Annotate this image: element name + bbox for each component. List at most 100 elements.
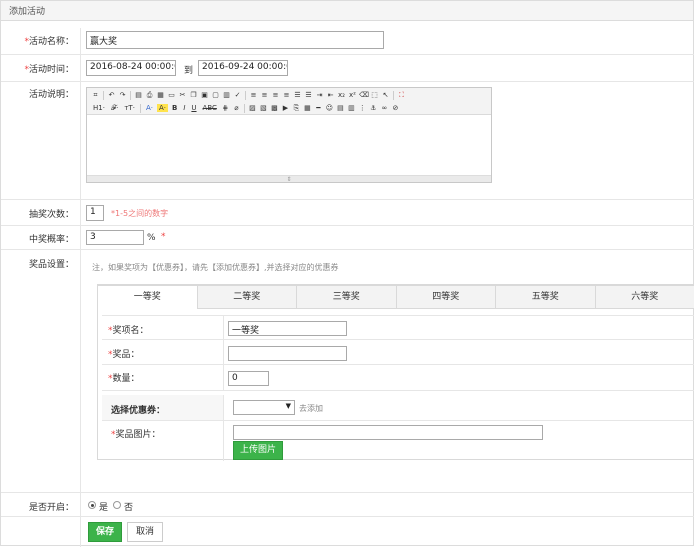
prize-tabs: 一等奖 二等奖 三等奖 四等奖 五等奖 六等奖 <box>98 285 694 309</box>
activity-name-input[interactable]: 赢大奖 <box>86 31 384 49</box>
quantity-input[interactable]: 0 <box>228 371 269 386</box>
eraser-icon[interactable]: ⌀ <box>232 104 241 113</box>
editor-content-area[interactable] <box>87 115 491 175</box>
open-row: 是否开启： 是 否 <box>1 493 694 517</box>
upload-image-button[interactable]: 上传图片 <box>233 441 283 460</box>
heading-dropdown[interactable]: H1· <box>91 104 107 112</box>
name-row: *活动名称： 赢大奖 <box>1 28 694 55</box>
emoticon-icon[interactable]: ☺ <box>325 104 334 113</box>
cut-icon[interactable]: ✂ <box>178 91 187 100</box>
prize-label: 奖品： <box>113 350 140 360</box>
code-icon[interactable]: ▭ <box>167 91 176 100</box>
attachment-icon[interactable]: ⎘ <box>292 104 301 113</box>
subscript-icon[interactable]: x₂ <box>337 91 346 100</box>
paste-text-icon[interactable]: ▢ <box>211 91 220 100</box>
highlight-color-dropdown[interactable]: A· <box>157 104 168 112</box>
clear-format-icon[interactable]: ⌫ <box>359 91 368 100</box>
undo-icon[interactable]: ↶ <box>107 91 116 100</box>
to-label: 到 <box>184 63 193 76</box>
ordered-list-icon[interactable]: ☰ <box>293 91 302 100</box>
anchor-icon[interactable]: ⚓ <box>369 104 378 113</box>
redo-icon[interactable]: ↷ <box>118 91 127 100</box>
prize-row: *奖品： <box>102 340 694 365</box>
item-name-input[interactable]: 一等奖 <box>228 321 347 336</box>
preview-icon[interactable]: ▤ <box>134 91 143 100</box>
item-name-label: 奖项名： <box>113 326 149 336</box>
line-height-icon[interactable]: ⋕ <box>221 104 230 113</box>
print-icon[interactable]: ⎙ <box>145 91 154 100</box>
horizontal-rule-icon[interactable]: ━ <box>314 104 323 113</box>
image-path-input[interactable] <box>233 425 543 440</box>
font-size-dropdown[interactable]: тT· <box>122 104 137 112</box>
save-button[interactable]: 保存 <box>88 522 122 542</box>
paste-word-icon[interactable]: ▥ <box>222 91 231 100</box>
media-icon[interactable]: ▶ <box>281 104 290 113</box>
tab-second-prize[interactable]: 二等奖 <box>198 285 298 309</box>
add-activity-page: 添加活动 *活动名称： 赢大奖 *活动时间： 2016-08-24 00:00:… <box>0 0 694 546</box>
multi-image-icon[interactable]: ▧ <box>259 104 268 113</box>
draw-times-row: 抽奖次数： 1 *1-5之间的数字 <box>1 200 694 226</box>
align-justify-icon[interactable]: ≡ <box>282 91 291 100</box>
underline-button[interactable]: U <box>189 104 198 112</box>
description-label: 活动说明： <box>29 87 74 100</box>
add-coupon-link[interactable]: 去添加 <box>299 403 323 414</box>
open-label: 是否开启： <box>29 500 74 513</box>
align-right-icon[interactable]: ≡ <box>271 91 280 100</box>
editor-resize-handle[interactable]: ⇕ <box>87 175 491 182</box>
coupon-select[interactable]: ▼ <box>233 400 295 415</box>
page-break-icon[interactable]: ⋮ <box>358 104 367 113</box>
tab-fourth-prize[interactable]: 四等奖 <box>397 285 497 309</box>
draw-times-label: 抽奖次数： <box>29 207 74 220</box>
font-family-dropdown[interactable]: 𝓕· <box>109 104 120 113</box>
strikethrough-button[interactable]: ABC <box>201 104 219 112</box>
image-icon[interactable]: ▨ <box>248 104 257 113</box>
indent-icon[interactable]: ⇥ <box>315 91 324 100</box>
open-no-radio[interactable] <box>113 501 121 509</box>
bold-button[interactable]: B <box>170 104 179 112</box>
tab-third-prize[interactable]: 三等奖 <box>297 285 397 309</box>
superscript-icon[interactable]: x² <box>348 91 357 100</box>
prize-note: 注，如果奖项为【优惠券】，请先【添加优惠券】,并选择对应的优惠券 <box>92 262 339 273</box>
table-icon[interactable]: ▦ <box>303 104 312 113</box>
open-yes-radio[interactable] <box>88 501 96 509</box>
tab-sixth-prize[interactable]: 六等奖 <box>596 285 694 309</box>
spellcheck-icon[interactable]: ✓ <box>233 91 242 100</box>
draw-times-input[interactable]: 1 <box>86 205 104 221</box>
prize-input[interactable] <box>228 346 347 361</box>
cancel-button[interactable]: 取消 <box>127 522 163 542</box>
win-rate-label: 中奖概率： <box>29 232 74 245</box>
fullscreen-icon[interactable]: ⛶ <box>397 91 406 100</box>
editor-toolbar: ⌗ ↶ ↷ ▤ ⎙ ▦ ▭ ✂ ❐ ▣ ▢ ▥ ✓ ≡ ≡ ≡ ≡ ☰ <box>87 88 491 115</box>
link-icon[interactable]: ∞ <box>380 104 389 113</box>
paste-icon[interactable]: ▣ <box>200 91 209 100</box>
unordered-list-icon[interactable]: ☰ <box>304 91 313 100</box>
select-all-icon[interactable]: ⬚ <box>370 91 379 100</box>
item-name-row: *奖项名： 一等奖 <box>102 316 694 340</box>
quantity-row: *数量： 0 <box>102 365 694 391</box>
copy-icon[interactable]: ❐ <box>189 91 198 100</box>
start-time-input[interactable]: 2016-08-24 00:00:00 <box>86 60 176 76</box>
win-rate-required-mark: * <box>161 232 166 242</box>
pointer-icon[interactable]: ↖ <box>381 91 390 100</box>
flash-icon[interactable]: ▩ <box>270 104 279 113</box>
end-time-input[interactable]: 2016-09-24 00:00:00 <box>198 60 288 76</box>
source-icon[interactable]: ⌗ <box>91 91 100 100</box>
win-rate-unit: % <box>147 233 156 243</box>
code-block-icon[interactable]: ▥ <box>347 104 356 113</box>
win-rate-row: 中奖概率： 3 % * <box>1 226 694 250</box>
tab-fifth-prize[interactable]: 五等奖 <box>496 285 596 309</box>
template-icon[interactable]: ▦ <box>156 91 165 100</box>
map-icon[interactable]: ▤ <box>336 104 345 113</box>
tab-first-prize[interactable]: 一等奖 <box>98 285 198 309</box>
page-title: 添加活动 <box>1 1 693 21</box>
rich-text-editor[interactable]: ⌗ ↶ ↷ ▤ ⎙ ▦ ▭ ✂ ❐ ▣ ▢ ▥ ✓ ≡ ≡ ≡ ≡ ☰ <box>86 87 492 183</box>
outdent-icon[interactable]: ⇤ <box>326 91 335 100</box>
align-left-icon[interactable]: ≡ <box>249 91 258 100</box>
font-color-dropdown[interactable]: A· <box>144 104 155 112</box>
win-rate-input[interactable]: 3 <box>86 230 144 245</box>
italic-button[interactable]: I <box>181 104 187 112</box>
name-label: 活动名称： <box>29 37 74 47</box>
unlink-icon[interactable]: ⊘ <box>391 104 400 113</box>
prize-settings-label: 奖品设置： <box>29 257 74 270</box>
align-center-icon[interactable]: ≡ <box>260 91 269 100</box>
